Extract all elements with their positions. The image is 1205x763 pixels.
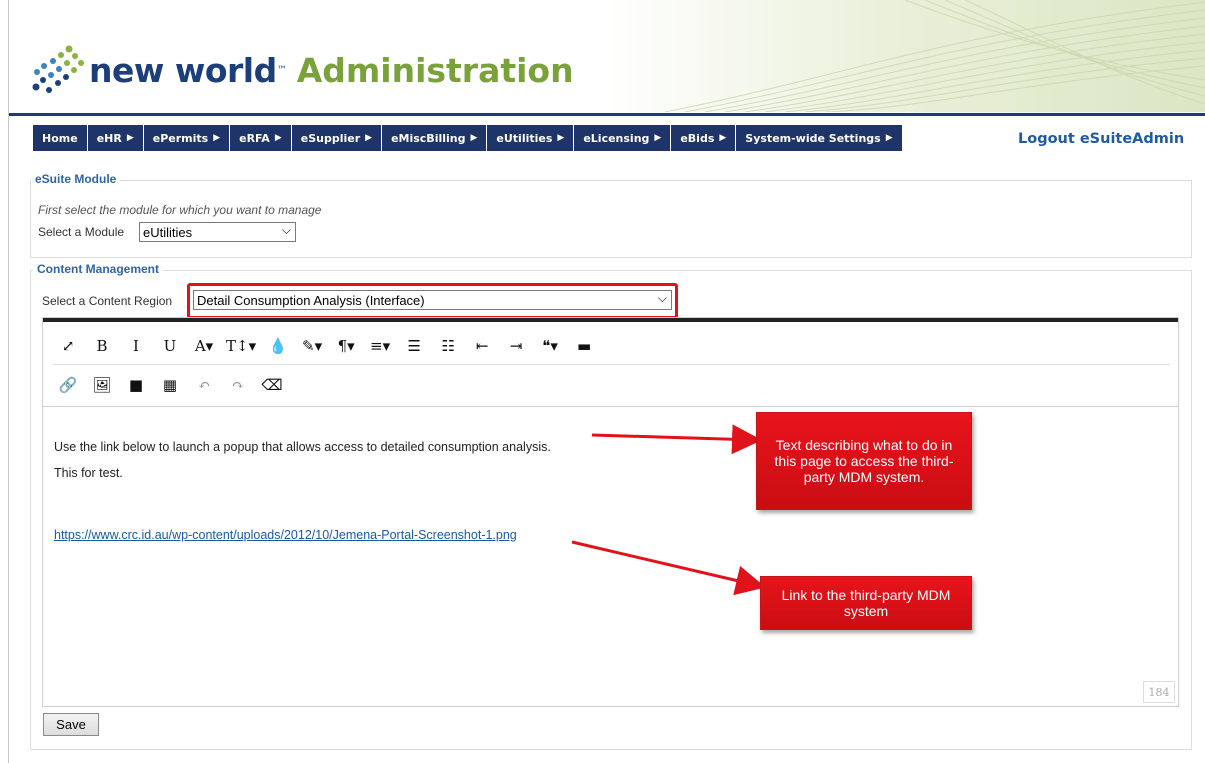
- indent-icon[interactable]: ⇥: [501, 332, 531, 360]
- editor-paragraph-1: Use the link below to launch a popup tha…: [54, 440, 551, 454]
- nav-item-label: eUtilities: [496, 131, 553, 145]
- underline-icon[interactable]: U: [155, 332, 185, 360]
- editor-top-border: [43, 318, 1178, 322]
- nav-item-system-wide-settings[interactable]: System-wide Settings ▶: [736, 125, 901, 151]
- nav-item-home[interactable]: Home: [33, 125, 88, 151]
- logo-trademark: ™: [276, 64, 287, 76]
- callout-mdm-link: Link to the third-party MDM system: [760, 576, 972, 630]
- nav-item-label: eHR: [96, 131, 122, 145]
- caret-right-icon: ▶: [885, 133, 893, 143]
- caret-right-icon: ▶: [126, 133, 134, 143]
- undo-icon[interactable]: ↶: [189, 371, 219, 399]
- ordered-list-icon[interactable]: ☰: [399, 332, 429, 360]
- header-divider: [9, 113, 1205, 116]
- table-icon[interactable]: ▦: [155, 371, 185, 399]
- caret-right-icon: ▶: [274, 133, 282, 143]
- logout-link[interactable]: Logout eSuiteAdmin: [1018, 131, 1184, 147]
- eraser-icon[interactable]: ⌫: [257, 371, 287, 399]
- esuite-module-legend: eSuite Module: [31, 172, 121, 186]
- font-color-icon[interactable]: A▾: [189, 332, 219, 360]
- module-instruction: First select the module for which you wa…: [38, 203, 322, 217]
- save-button[interactable]: Save: [43, 713, 99, 736]
- caret-right-icon: ▶: [213, 133, 221, 143]
- editor-toolbar-row-2: 🔗 🖼 ■ ▦ ↶ ↷ ⌫: [53, 366, 291, 404]
- paragraph-icon[interactable]: ¶▾: [331, 332, 361, 360]
- editor-paragraph-2: This for test.: [54, 466, 123, 480]
- esuite-module-fieldset: [30, 180, 1192, 258]
- nav-item-epermits[interactable]: ePermits ▶: [144, 125, 231, 151]
- rich-text-editor: ⤢ B I U A▾ T↕▾ 💧 ✎▾ ¶▾ ≡▾ ☰ ☷ ⇤ ⇥ ❝▾ ▬ 🔗 🖼 ■ ▦ ↶ ↷ ⌫ Use the …: [42, 317, 1179, 707]
- nav-item-emiscbilling[interactable]: eMiscBilling ▶: [382, 125, 488, 151]
- nav-item-label: System-wide Settings: [745, 131, 881, 145]
- logo: new world ™ Administration: [29, 44, 574, 96]
- italic-icon[interactable]: I: [121, 332, 151, 360]
- nav-item-erfa[interactable]: eRFA ▶: [230, 125, 292, 151]
- nav-item-label: eLicensing: [583, 131, 650, 145]
- ink-drop-icon[interactable]: 💧: [263, 332, 293, 360]
- nav-item-label: eMiscBilling: [391, 131, 466, 145]
- character-counter: 184: [1143, 681, 1175, 703]
- logo-dots-icon: [32, 45, 84, 93]
- nav-item-elicensing[interactable]: eLicensing ▶: [574, 125, 672, 151]
- nav-item-label: ePermits: [152, 131, 209, 145]
- unordered-list-icon[interactable]: ☷: [433, 332, 463, 360]
- main-nav: Home eHR ▶ ePermits ▶ eRFA ▶ eSupplier ▶ eMiscBil…: [33, 125, 902, 151]
- quote-icon[interactable]: ❝▾: [535, 332, 565, 360]
- nav-item-label: eRFA: [239, 131, 270, 145]
- callout-text-description: Text describing what to do in this page …: [756, 412, 972, 510]
- module-select[interactable]: eUtilities ⌵: [139, 222, 296, 242]
- link-icon[interactable]: 🔗: [53, 371, 83, 399]
- outdent-icon[interactable]: ⇤: [467, 332, 497, 360]
- magic-wand-icon[interactable]: ✎▾: [297, 332, 327, 360]
- font-size-icon[interactable]: T↕▾: [223, 332, 259, 360]
- banner-swirl-decoration: [605, 0, 1205, 112]
- editor-mdm-link[interactable]: https://www.crc.id.au/wp-content/uploads…: [54, 528, 517, 542]
- logo-text: new world: [89, 50, 277, 90]
- logo-admin-text: Administration: [296, 50, 574, 90]
- align-icon[interactable]: ≡▾: [365, 332, 395, 360]
- nav-item-label: eBids: [680, 131, 715, 145]
- toolbar-divider: [53, 364, 1170, 365]
- nav-item-label: eSupplier: [300, 131, 361, 145]
- caret-right-icon: ▶: [557, 133, 565, 143]
- fullscreen-icon[interactable]: ⤢: [53, 332, 83, 360]
- video-icon[interactable]: ■: [121, 371, 151, 399]
- content-region-select-label: Select a Content Region: [42, 294, 173, 308]
- nav-item-ehr[interactable]: eHR ▶: [88, 125, 144, 151]
- module-select-value: eUtilities: [143, 224, 193, 240]
- editor-body[interactable]: Use the link below to launch a popup tha…: [43, 406, 1178, 706]
- header-banner: new world ™ Administration: [9, 0, 1205, 112]
- editor-toolbar-row-1: ⤢ B I U A▾ T↕▾ 💧 ✎▾ ¶▾ ≡▾ ☰ ☷ ⇤ ⇥ ❝▾ ▬: [53, 327, 603, 365]
- chevron-down-icon: ⌵: [281, 223, 291, 237]
- module-select-label: Select a Module: [38, 225, 125, 239]
- nav-item-ebids[interactable]: eBids ▶: [671, 125, 737, 151]
- nav-item-esupplier[interactable]: eSupplier ▶: [292, 125, 383, 151]
- caret-right-icon: ▶: [365, 133, 373, 143]
- redo-icon[interactable]: ↷: [223, 371, 253, 399]
- caret-right-icon: ▶: [654, 133, 662, 143]
- caret-right-icon: ▶: [719, 133, 727, 143]
- content-management-legend: Content Management: [33, 262, 164, 276]
- bold-icon[interactable]: B: [87, 332, 117, 360]
- caret-right-icon: ▶: [470, 133, 478, 143]
- nav-item-label: Home: [42, 131, 78, 145]
- content-region-highlight: [187, 283, 678, 319]
- image-icon[interactable]: 🖼: [87, 371, 117, 399]
- nav-item-eutilities[interactable]: eUtilities ▶: [487, 125, 575, 151]
- horizontal-rule-icon[interactable]: ▬: [569, 332, 599, 360]
